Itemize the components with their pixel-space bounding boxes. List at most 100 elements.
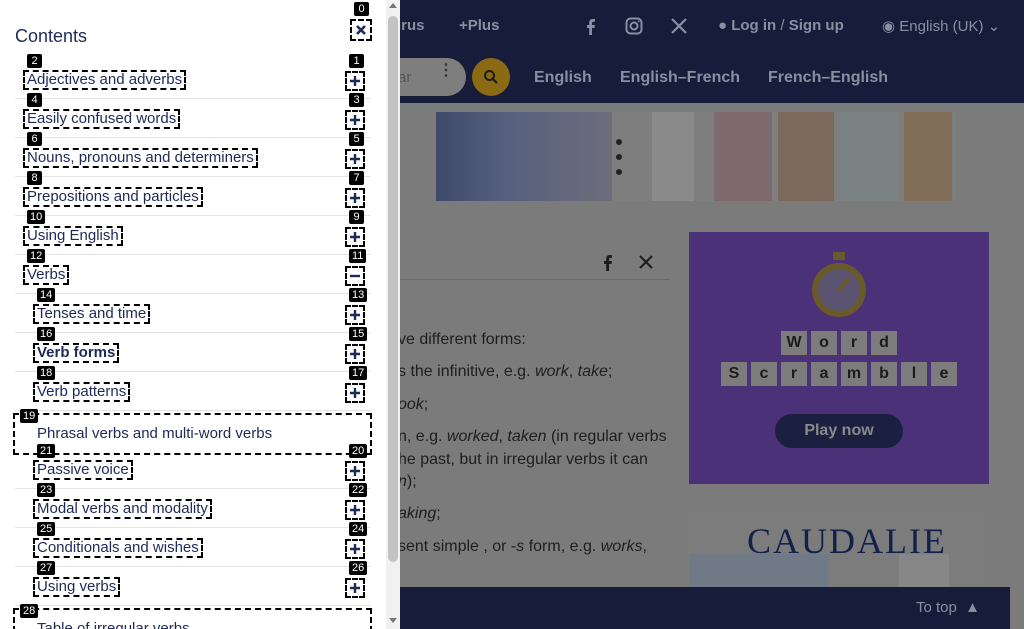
to-top-label: To top bbox=[915, 599, 957, 616]
contents-item-link[interactable]: Modal verbs and modality bbox=[33, 499, 212, 519]
item-badge: 27 bbox=[37, 561, 56, 575]
contents-item: Conditionals and wishes bbox=[15, 528, 371, 567]
ad-banner-top[interactable] bbox=[436, 112, 956, 201]
contents-item-link[interactable]: Verbs bbox=[23, 265, 70, 285]
contents-item-link[interactable]: Passive voice bbox=[33, 460, 133, 480]
plus-icon bbox=[350, 154, 360, 164]
letter-tile: S bbox=[721, 362, 747, 386]
plus-icon bbox=[350, 388, 360, 398]
item-badge: 8 bbox=[27, 171, 42, 185]
expand-toggle[interactable] bbox=[345, 539, 365, 559]
letter-tile: a bbox=[811, 362, 837, 386]
login-link[interactable]: Log in bbox=[731, 17, 776, 34]
language-selector[interactable]: ◉ English (UK) ⌄ bbox=[882, 17, 1000, 35]
share-bar bbox=[398, 244, 670, 280]
letter-tile: l bbox=[901, 362, 927, 386]
plus-icon bbox=[350, 193, 360, 203]
x-twitter-icon[interactable] bbox=[669, 16, 689, 36]
facebook-icon[interactable] bbox=[581, 16, 601, 36]
letter-tile: e bbox=[931, 362, 957, 386]
plus-icon bbox=[350, 115, 360, 125]
carousel-dot[interactable] bbox=[616, 139, 622, 145]
item-badge: 19 bbox=[20, 409, 39, 423]
contents-item-link[interactable]: Conditionals and wishes bbox=[33, 538, 203, 558]
expand-toggle[interactable] bbox=[345, 71, 365, 91]
contents-item-link[interactable]: Table of irregular verbs bbox=[35, 621, 192, 629]
contents-item-link[interactable]: Phrasal verbs and multi-word verbs bbox=[35, 426, 274, 442]
carousel-dot[interactable] bbox=[616, 169, 622, 175]
expand-toggle[interactable] bbox=[345, 578, 365, 598]
expand-toggle[interactable] bbox=[345, 227, 365, 247]
contents-item-link[interactable]: Using verbs bbox=[33, 577, 121, 597]
signup-link[interactable]: Sign up bbox=[789, 17, 844, 34]
panel-title: Contents bbox=[15, 26, 88, 46]
article-line: n); bbox=[398, 473, 417, 490]
search-button[interactable] bbox=[472, 58, 510, 96]
plus-icon bbox=[350, 349, 360, 359]
contents-item: Adjectives and adverbs bbox=[15, 60, 371, 99]
expand-toggle[interactable] bbox=[345, 500, 365, 520]
scrollbar[interactable] bbox=[386, 0, 400, 629]
to-top-link[interactable]: To top ▲ bbox=[916, 599, 980, 616]
expand-toggle[interactable] bbox=[345, 461, 365, 481]
contents-item: Nouns, pronouns and determiners bbox=[15, 138, 371, 177]
expand-toggle[interactable] bbox=[345, 188, 365, 208]
toggle-badge: 22 bbox=[349, 483, 368, 497]
article-line: sent simple , or -s form, e.g. works, bbox=[398, 538, 647, 555]
letter-tile: o bbox=[811, 331, 837, 355]
contents-item-link[interactable]: Using English bbox=[23, 226, 123, 246]
nav-link-french-english[interactable]: French–English bbox=[768, 69, 888, 87]
more-options-icon[interactable]: ⋮ bbox=[438, 63, 454, 79]
contents-item-link[interactable]: Prepositions and particles bbox=[23, 187, 203, 207]
nav-link-english[interactable]: English bbox=[534, 69, 592, 87]
close-button[interactable] bbox=[350, 19, 372, 41]
play-now-button[interactable]: Play now bbox=[775, 414, 903, 448]
toggle-badge: 15 bbox=[349, 327, 368, 341]
expand-toggle[interactable] bbox=[345, 110, 365, 130]
item-badge: 14 bbox=[37, 288, 56, 302]
contents-item-link[interactable]: Easily confused words bbox=[23, 109, 181, 129]
letter-tile: b bbox=[871, 362, 897, 386]
plus-icon bbox=[350, 544, 360, 554]
toggle-badge: 5 bbox=[349, 132, 364, 146]
letter-tile: c bbox=[751, 362, 777, 386]
scrollbar-thumb[interactable] bbox=[388, 16, 398, 562]
login-slash: / bbox=[780, 17, 785, 34]
letter-tile: d bbox=[871, 331, 897, 355]
contents-panel: Contents 0 Adjectives and adverbs Easily … bbox=[0, 0, 400, 629]
collapse-toggle[interactable] bbox=[345, 266, 365, 286]
carousel-dot[interactable] bbox=[616, 154, 622, 160]
contents-item[interactable]: Phrasal verbs and multi-word verbs bbox=[13, 413, 372, 455]
contents-item-link[interactable]: Nouns, pronouns and determiners bbox=[23, 148, 258, 168]
contents-item-link[interactable]: Adjectives and adverbs bbox=[23, 70, 187, 90]
scroll-down-icon[interactable] bbox=[389, 618, 397, 623]
toggle-badge: 24 bbox=[349, 522, 368, 536]
expand-toggle[interactable] bbox=[345, 149, 365, 169]
item-badge: 12 bbox=[27, 249, 46, 263]
plus-icon bbox=[350, 232, 360, 242]
search-placeholder: ar bbox=[398, 69, 412, 86]
contents-item[interactable]: Table of irregular verbs bbox=[13, 608, 372, 629]
minus-icon bbox=[350, 274, 360, 278]
plus-link[interactable]: +Plus bbox=[459, 17, 499, 34]
letter-tile: r bbox=[781, 362, 807, 386]
nav-link-english-french[interactable]: English–French bbox=[620, 69, 740, 87]
ad-word-scramble[interactable]: W o r d S c r a m b l e Play now bbox=[689, 232, 989, 484]
x-twitter-icon[interactable] bbox=[636, 252, 656, 272]
login-signup[interactable]: ● Log in / Sign up bbox=[718, 17, 844, 34]
ad-product-image bbox=[904, 112, 952, 201]
item-badge: 25 bbox=[37, 522, 56, 536]
chevron-down-icon: ⌄ bbox=[987, 18, 1001, 35]
tile-row-word: W o r d bbox=[689, 331, 989, 355]
contents-item-link[interactable]: Tenses and time bbox=[33, 304, 151, 324]
expand-toggle[interactable] bbox=[345, 383, 365, 403]
contents-item-link[interactable]: Verb patterns bbox=[33, 382, 131, 402]
item-badge: 18 bbox=[37, 366, 56, 380]
expand-toggle[interactable] bbox=[345, 305, 365, 325]
scroll-up-icon[interactable] bbox=[389, 3, 397, 8]
expand-toggle[interactable] bbox=[345, 344, 365, 364]
instagram-icon[interactable] bbox=[624, 16, 644, 36]
facebook-icon[interactable] bbox=[598, 252, 618, 272]
contents-item-link[interactable]: Verb forms bbox=[33, 343, 120, 363]
tile-row-scramble: S c r a m b l e bbox=[689, 362, 989, 386]
